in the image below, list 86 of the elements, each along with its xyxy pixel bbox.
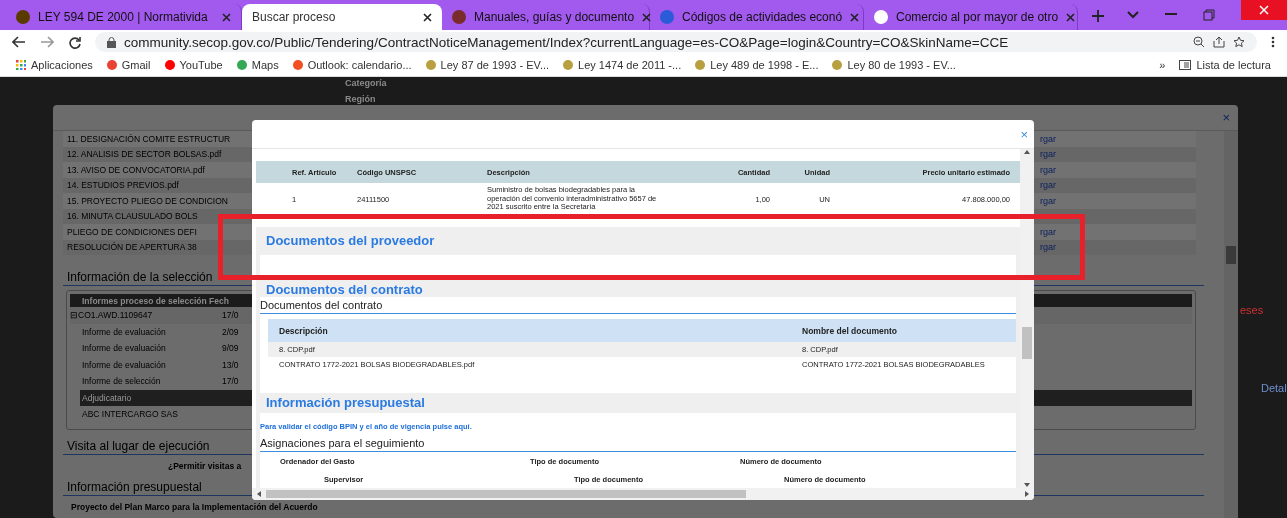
bookmark-icon [563,60,574,70]
zoom-icon[interactable] [1193,36,1205,48]
bookmark[interactable]: Ley 87 de 1993 - EV... [425,59,550,71]
bookmark-icon [695,60,706,70]
download-link[interactable]: rgar [1040,164,1056,175]
lock-icon [107,36,116,48]
subsection-heading: Documentos del contrato [260,297,1016,314]
bookmark-icon [236,60,247,70]
favicon-icon [874,10,888,24]
horizontal-scrollbar[interactable] [252,488,1034,500]
section-heading: Documentos del proveedor [265,232,436,250]
forward-icon[interactable] [40,36,54,48]
bookmark-icon [425,60,436,70]
project-label: Proyecto del Plan Marco para la Implementación del Acuerdo [71,501,318,512]
document-name: 14. ESTUDIOS PREVIOS.pdf [67,180,179,191]
scroll-right-icon[interactable] [1024,491,1030,497]
close-icon [1259,5,1269,15]
favicon-icon [452,10,466,24]
new-tab-icon[interactable] [1092,10,1104,22]
star-icon[interactable] [1233,36,1245,48]
bookmark-icon [164,60,175,70]
document-name: 15. PROYECTO PLIEGO DE CONDICION [67,195,228,206]
document-name: 12. ANALISIS DE SECTOR BOLSAS.pdf [67,149,222,160]
section-heading: Información presupuestal [265,394,426,412]
document-name: 13. AVISO DE CONVOCATORIA.pdf [67,164,205,175]
apps-grid-icon [16,60,26,70]
scrollbar-thumb[interactable] [1226,246,1236,264]
bookmark[interactable]: YouTube [164,59,223,71]
address-bar[interactable]: community.secop.gov.co/Public/Tendering/ContractNoticeManagement/Index?currentLanguage=es-CO&Page=login&Country=CO&SkinName=CCE [95,32,1257,52]
table-cell: Informe de selección [82,376,161,387]
bookmark-icon [832,60,843,70]
minimize-icon[interactable] [1165,13,1177,17]
table-cell: Informe de evaluación [82,343,166,354]
scrollbar-thumb[interactable] [1022,327,1032,359]
scroll-left-icon[interactable] [256,491,262,497]
table-cell: Informe de evaluación [82,326,166,337]
table-cell: 17/0 [222,376,239,387]
close-icon[interactable]: × [1222,110,1230,125]
column-header: Descripción [279,325,329,336]
table-cell: Adjudicatario [82,392,132,403]
column-header: Nombre del documento [802,325,898,336]
bookmark[interactable]: Ley 1474 de 2011 -... [563,59,682,71]
menu-icon[interactable] [1271,36,1275,48]
filter-label: Región [345,94,376,104]
favicon-icon [16,10,30,24]
reading-list[interactable]: Lista de lectura [1179,59,1271,71]
reload-icon[interactable] [68,35,81,49]
document-name: 11. DESIGNACIÓN COMITE ESTRUCTUR [67,133,231,144]
table-cell: 2/09 [222,326,239,337]
document-name: PLIEGO DE CONDICIONES DEFI [67,226,197,237]
browser-tab[interactable]: Buscar proceso [242,4,442,30]
list-icon [1179,60,1192,70]
bookmark[interactable]: Outlook: calendario... [292,59,412,71]
bookmark[interactable]: Maps [236,59,279,71]
table-cell: ABC INTERCARGO SAS [82,409,178,420]
more-bookmarks[interactable]: » [1159,59,1166,71]
details-link[interactable]: Detal [1261,382,1287,394]
bookmark[interactable]: Ley 489 de 1998 - E... [695,59,819,71]
document-name: RESOLUCIÓN DE APERTURA 38 [67,242,197,253]
table-cell: Informe de evaluación [82,359,166,370]
back-icon[interactable] [12,36,26,48]
share-icon[interactable] [1213,36,1225,48]
document-name: 16. MINUTA CLAUSULADO BOLS [67,211,198,222]
download-link[interactable]: rgar [1040,226,1056,237]
scrollbar[interactable] [1224,131,1238,518]
table-cell: 17/0 [222,310,239,321]
bookmark[interactable]: Ley 80 de 1993 - EV... [832,59,956,71]
bookmark[interactable]: Gmail [106,59,151,71]
chevron-icon[interactable] [1127,11,1139,19]
table-cell: 13/0 [222,359,239,370]
subsection-heading: Asignaciones para el seguimiento [260,435,1016,452]
filter-label: Categoría [345,78,387,88]
close-icon[interactable] [423,12,432,22]
warning-text: eses [1240,304,1264,316]
question-label: ¿Permitir visitas a [168,460,242,471]
close-icon[interactable]: × [1020,126,1028,142]
bookmark[interactable]: Aplicaciones [16,59,93,71]
bookmark-icon [292,60,303,70]
table-cell: 9/09 [222,343,239,354]
download-link[interactable]: rgar [1040,195,1056,206]
download-link[interactable]: rgar [1040,133,1056,144]
scroll-up-icon[interactable] [1024,149,1030,155]
bookmark-icon [106,60,117,70]
favicon-icon [660,10,674,24]
restore-icon[interactable] [1203,9,1215,21]
table-cell: ⊟CO1.AWD.1109647 [70,310,153,321]
